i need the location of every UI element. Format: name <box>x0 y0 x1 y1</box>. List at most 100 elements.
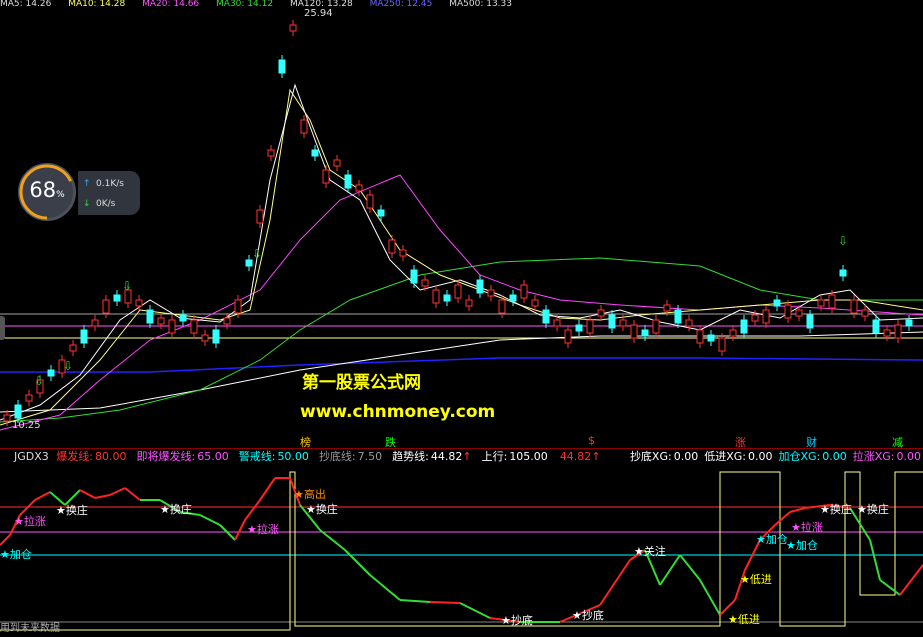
memory-percent-unit: % <box>56 190 65 200</box>
candle-body <box>278 59 286 74</box>
oscillator-segment <box>429 601 461 604</box>
oscillator-segment <box>344 549 371 576</box>
xg-param-value: 0.00 <box>747 450 773 463</box>
oscillator-segment <box>789 507 806 513</box>
upload-rate: 0.1K/s <box>96 179 124 189</box>
indicator-param: 爆发线: 80.00 <box>56 450 126 463</box>
indicator-param-label: 抄底线: <box>318 450 356 463</box>
candle-body <box>267 149 275 157</box>
network-speed-widget[interactable]: ↑ 0.1K/s ↓ 0K/s 68% <box>18 163 140 225</box>
candle-body <box>102 299 110 314</box>
candle-body <box>817 299 825 307</box>
oscillator-segment <box>369 574 401 601</box>
indicator-param-label: 即将爆发线: <box>136 450 196 463</box>
candle-body <box>454 284 462 299</box>
candle-body <box>806 314 814 329</box>
candle-body <box>311 149 319 157</box>
candle-body <box>465 299 473 307</box>
panel-drag-handle[interactable] <box>0 316 5 340</box>
candle-body <box>784 304 792 319</box>
future-data-warning: 用到未来数据 <box>0 623 60 634</box>
oscillator-segment <box>879 579 901 596</box>
trend-arrow-icon: ↑ <box>462 450 472 463</box>
watermark-url: www.chnmoney.com <box>300 402 496 422</box>
candle-body <box>179 314 187 322</box>
candle-body <box>586 319 594 334</box>
xg-param: 低进XG: 0.00 <box>704 450 772 463</box>
candle-body <box>168 319 176 334</box>
candle-body <box>432 289 440 304</box>
indicator-param-value: 65.00 <box>197 450 229 463</box>
event-tag[interactable]: 榜 <box>300 434 311 450</box>
event-tag[interactable]: 财 <box>806 434 817 450</box>
oscillator-segment <box>319 529 346 551</box>
signal-label: ★抄底 <box>572 609 604 622</box>
candle-body <box>80 329 88 344</box>
indicator-name[interactable]: JGDX3 <box>0 450 49 463</box>
download-arrow-icon: ↓ <box>83 199 91 209</box>
xg-param-label: 拉涨XG: <box>852 450 895 463</box>
xg-param-label: 低进XG: <box>704 450 746 463</box>
xg-param: 加仓XG: 0.00 <box>778 450 846 463</box>
oscillator-segment <box>399 599 431 603</box>
oscillator-segment <box>899 564 923 596</box>
candle-body <box>718 337 726 352</box>
candle-body <box>300 119 308 134</box>
signal-label: ★拉涨 <box>247 523 279 536</box>
candle-body <box>212 329 220 344</box>
candle-body <box>696 329 704 344</box>
xg-param-value: 0.00 <box>673 450 699 463</box>
buy-arrow-icon: ⇩ <box>63 359 73 373</box>
oscillator-segment <box>679 554 701 581</box>
signal-label: ★拉涨 <box>14 515 46 528</box>
xg-param-value: 0.00 <box>822 450 847 463</box>
signal-label: ★换庄 <box>56 504 88 517</box>
candle-body <box>201 334 209 342</box>
candle-body <box>190 319 198 334</box>
candle-body <box>322 169 330 184</box>
xg-param: 抄底XG: 0.00 <box>630 450 698 463</box>
xg-param-label: 加仓XG: <box>778 450 821 463</box>
download-rate: 0K/s <box>96 199 116 209</box>
buy-arrow-icon: ⇩ <box>252 247 262 261</box>
candle-body <box>25 394 33 402</box>
candle-body <box>3 414 11 422</box>
candle-body <box>498 299 506 314</box>
candle-body <box>333 159 341 167</box>
candle-body <box>850 299 858 314</box>
oscillator-segment <box>459 602 491 619</box>
oscillator-segment <box>124 487 141 501</box>
candle-body <box>410 269 418 284</box>
indicator-right-params: 抄底XG: 0.00 低进XG: 0.00 加仓XG: 0.00 拉涨XG: 0.00 <box>624 450 921 464</box>
signal-label: ★换庄 <box>820 503 852 516</box>
event-tag[interactable]: 涨 <box>735 434 746 450</box>
candle-body <box>861 309 869 317</box>
event-tag[interactable]: 减 <box>892 434 903 450</box>
candle-body <box>905 319 913 327</box>
oscillator-segment <box>0 534 11 546</box>
ma5-line <box>0 83 923 421</box>
oscillator-segment <box>244 499 261 521</box>
price-low-label: 10.25 <box>12 420 41 431</box>
candle-body <box>223 317 231 325</box>
event-tag[interactable]: $ <box>588 434 595 447</box>
indicator-param: 上行: 105.00 <box>482 450 548 463</box>
upload-arrow-icon: ↑ <box>83 179 91 189</box>
candle-body <box>399 249 407 257</box>
signal-label: ★换庄 <box>857 503 889 516</box>
indicator-param: 抄底线: 7.50 <box>319 450 382 463</box>
ma10-line <box>0 88 923 426</box>
candle-body <box>795 309 803 317</box>
candle-body <box>487 289 495 297</box>
oscillator-segment <box>199 514 221 526</box>
trend-step-line <box>0 471 923 631</box>
buy-arrow-icon: ⇩ <box>34 374 44 388</box>
event-tag[interactable]: 跌 <box>385 434 396 450</box>
speed-panel: ↑ 0.1K/s ↓ 0K/s <box>78 171 140 215</box>
ma500-line <box>0 357 923 373</box>
candle-body <box>883 329 891 337</box>
candle-body <box>256 209 264 224</box>
candle-body <box>674 309 682 324</box>
candle-body <box>663 304 671 312</box>
candle-body <box>729 329 737 337</box>
